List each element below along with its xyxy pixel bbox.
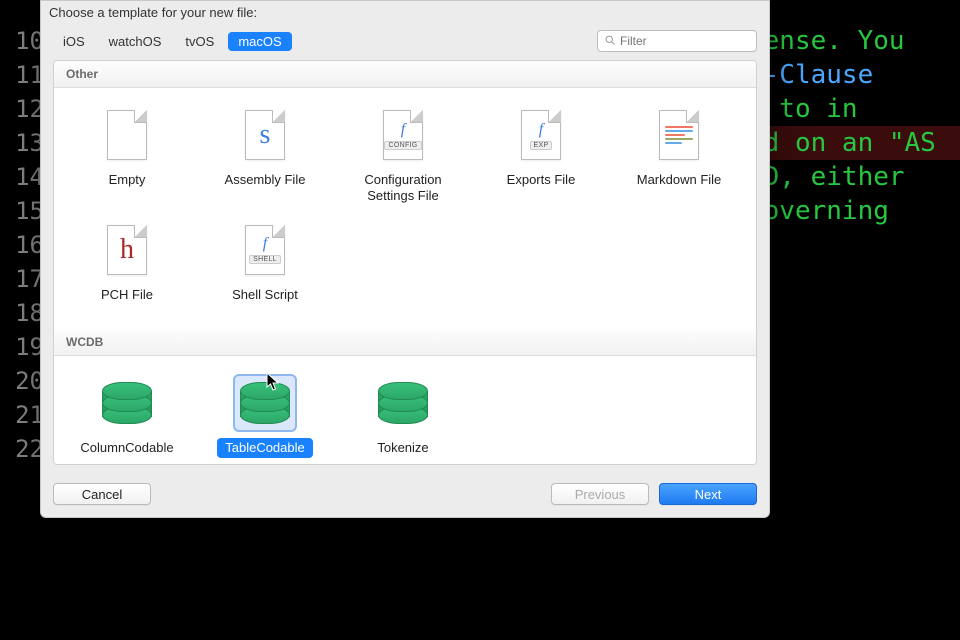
cancel-button[interactable]: Cancel (53, 483, 151, 505)
template-item[interactable]: ColumnCodable (58, 368, 196, 465)
template-item-label: Shell Script (224, 285, 306, 305)
template-item-label: Markdown File (629, 170, 730, 190)
template-item[interactable]: fSHELL Shell Script (196, 215, 334, 313)
dialog-title: Choose a template for your new file: (41, 1, 769, 26)
template-item[interactable]: Markdown File (610, 100, 748, 215)
template-item[interactable]: TableCodable (196, 368, 334, 465)
filter-field[interactable] (597, 30, 757, 52)
template-item-label: Exports File (499, 170, 584, 190)
filter-wrap (597, 30, 757, 52)
database-icon (373, 376, 433, 430)
tab-tvos[interactable]: tvOS (175, 32, 224, 51)
template-item[interactable]: fEXP Exports File (472, 100, 610, 215)
template-item-label: PCH File (93, 285, 161, 305)
template-item-label: ColumnCodable (72, 438, 181, 458)
platform-tab-row: iOSwatchOStvOSmacOS (41, 26, 769, 60)
assembly-file-icon: s (235, 108, 295, 162)
next-button[interactable]: Next (659, 483, 757, 505)
template-grid: Empty s Assembly File fCONFIG Configuration … (54, 88, 756, 329)
section-header: Other (54, 61, 756, 88)
config-file-icon: fCONFIG (373, 108, 433, 162)
template-item[interactable]: fCONFIG Configuration Settings File (334, 100, 472, 215)
template-grid: ColumnCodable TableCodable Tokenize (54, 356, 756, 465)
pch-file-icon: h (97, 223, 157, 277)
template-item[interactable]: s Assembly File (196, 100, 334, 215)
empty-file-icon (97, 108, 157, 162)
database-icon (235, 376, 295, 430)
filter-input[interactable] (620, 34, 775, 48)
section-header: WCDB (54, 329, 756, 356)
template-item-label: TableCodable (217, 438, 313, 458)
template-item-label: Configuration Settings File (338, 170, 468, 207)
template-item-label: Empty (101, 170, 154, 190)
filter-icon (604, 34, 616, 49)
template-item-label: Assembly File (217, 170, 314, 190)
template-list[interactable]: Other Empty s Assembly File fCONFIG Configura… (53, 60, 757, 465)
tab-ios[interactable]: iOS (53, 32, 95, 51)
exports-file-icon: fEXP (511, 108, 571, 162)
platform-tabs: iOSwatchOStvOSmacOS (53, 32, 292, 51)
new-file-template-dialog: Choose a template for your new file: iOS… (40, 0, 770, 518)
template-item[interactable]: h PCH File (58, 215, 196, 313)
tab-macos[interactable]: macOS (228, 32, 291, 51)
template-item[interactable]: Empty (58, 100, 196, 215)
shell-file-icon: fSHELL (235, 223, 295, 277)
previous-button[interactable]: Previous (551, 483, 649, 505)
markdown-file-icon (649, 108, 709, 162)
database-icon (97, 376, 157, 430)
dialog-button-row: Cancel Previous Next (41, 475, 769, 517)
template-item[interactable]: Tokenize (334, 368, 472, 465)
template-item-label: Tokenize (369, 438, 436, 458)
tab-watchos[interactable]: watchOS (99, 32, 172, 51)
